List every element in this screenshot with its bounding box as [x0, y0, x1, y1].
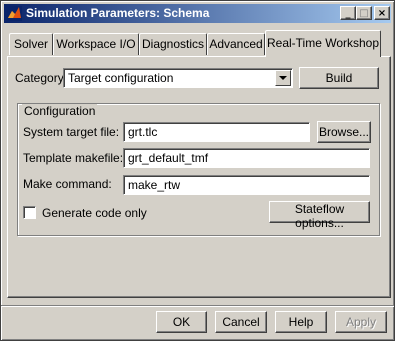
dialog-window: Simulation Parameters: Schema _ □ × Solv… — [0, 0, 395, 341]
cancel-button[interactable]: Cancel — [215, 311, 267, 333]
tab-label: Diagnostics — [141, 37, 205, 51]
help-button[interactable]: Help — [275, 311, 327, 333]
matlab-logo-icon — [7, 6, 22, 21]
make-command-label: Make command: — [23, 177, 112, 191]
apply-button[interactable]: Apply — [335, 311, 387, 333]
minimize-button[interactable]: _ — [340, 6, 356, 20]
template-makefile-field[interactable]: grt_default_tmf — [123, 148, 370, 168]
category-label: Category: — [15, 71, 68, 85]
stateflow-options-button[interactable]: Stateflow options... — [269, 201, 370, 230]
tab-label: Advanced — [209, 37, 263, 51]
make-command-field[interactable]: make_rtw — [123, 175, 370, 195]
tab-solver[interactable]: Solver — [9, 33, 53, 55]
category-selected: Target configuration — [68, 71, 174, 85]
category-dropdown[interactable]: Target configuration — [63, 68, 293, 88]
tab-advanced[interactable]: Advanced — [207, 33, 265, 55]
tab-label: Workspace I/O — [56, 37, 136, 51]
chevron-down-icon[interactable] — [275, 70, 291, 86]
tab-real-time-workshop[interactable]: Real-Time Workshop — [265, 30, 381, 57]
tab-label: Solver — [13, 37, 48, 51]
browse-button[interactable]: Browse... — [317, 121, 371, 143]
system-target-file-field[interactable]: grt.tlc — [123, 122, 310, 142]
tab-label: Real-Time Workshop — [266, 36, 380, 50]
maximize-button[interactable]: □ — [356, 6, 372, 20]
system-target-file-label: System target file: — [23, 125, 120, 139]
configuration-group-title: Configuration — [22, 104, 98, 118]
build-button[interactable]: Build — [299, 67, 379, 89]
generate-code-only-checkbox[interactable] — [23, 206, 36, 219]
title-bar[interactable]: Simulation Parameters: Schema _ □ × — [4, 4, 391, 23]
ok-button[interactable]: OK — [156, 311, 207, 333]
tab-diagnostics[interactable]: Diagnostics — [139, 33, 207, 55]
close-button[interactable]: × — [374, 6, 390, 20]
template-makefile-label: Template makefile: — [23, 151, 124, 165]
generate-code-only-label: Generate code only — [42, 206, 147, 220]
window-title: Simulation Parameters: Schema — [26, 6, 210, 20]
tab-workspace-io[interactable]: Workspace I/O — [53, 33, 139, 55]
footer-divider — [1, 305, 394, 307]
